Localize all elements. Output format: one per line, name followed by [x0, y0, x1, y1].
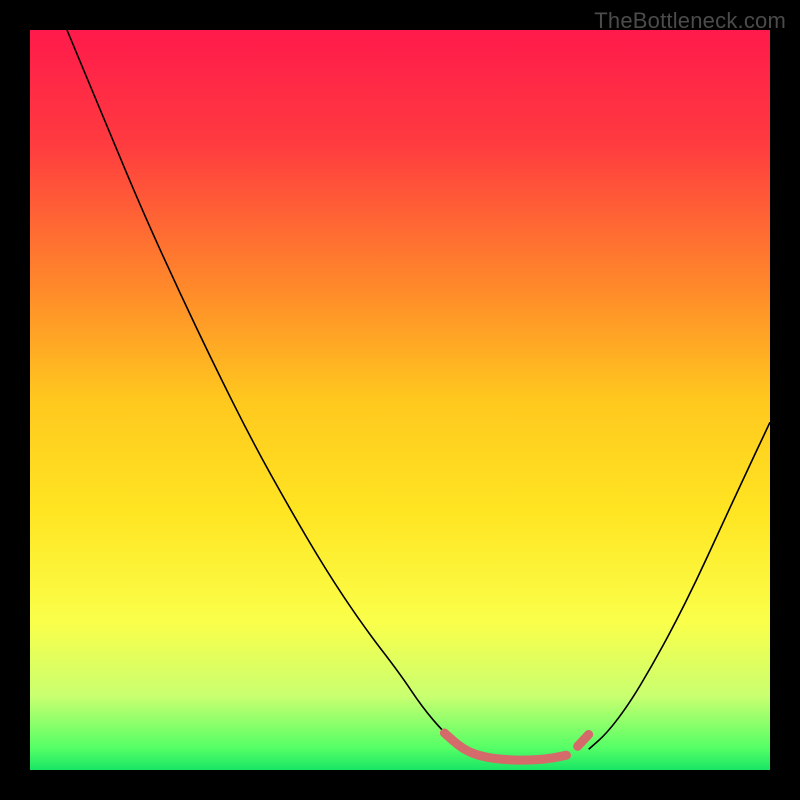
series-valley-dot-right: [578, 734, 589, 746]
series-right-curve: [589, 422, 770, 749]
plot-area: [30, 30, 770, 770]
series-left-curve: [67, 30, 463, 749]
curve-layer: [30, 30, 770, 770]
series-valley-segment: [444, 733, 566, 760]
watermark-text: TheBottleneck.com: [594, 8, 786, 34]
chart-frame: TheBottleneck.com: [0, 0, 800, 800]
